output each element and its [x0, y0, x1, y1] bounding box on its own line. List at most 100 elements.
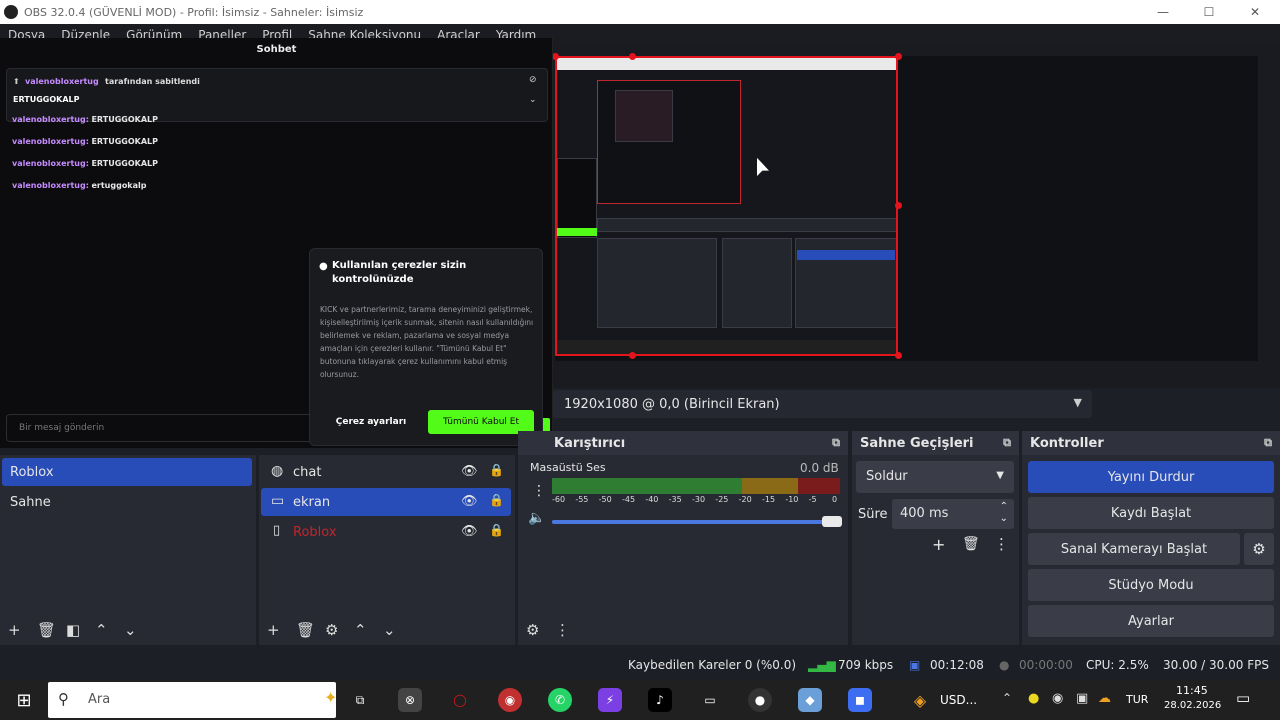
- minimize-button[interactable]: —: [1140, 0, 1186, 24]
- app-icon-1[interactable]: ⊗: [398, 688, 422, 712]
- tray-app-icon[interactable]: ◉: [1052, 691, 1063, 706]
- obs-taskbar-icon[interactable]: ●: [748, 688, 772, 712]
- scene-item-roblox[interactable]: Roblox: [2, 458, 252, 486]
- pinned-message[interactable]: ⬆ valenobloxertug tarafından sabitlendi …: [6, 68, 548, 122]
- task-view-icon[interactable]: ⧉: [348, 688, 372, 712]
- dock-menu-icon[interactable]: ⧉: [1264, 436, 1272, 450]
- source-item-chat[interactable]: ◍ chat 👁 🔒: [261, 458, 511, 486]
- currency-widget-icon[interactable]: ◈: [908, 688, 932, 712]
- chevron-down-icon[interactable]: ⌄: [1000, 513, 1008, 524]
- browser-icon: ◍: [271, 463, 284, 479]
- stop-stream-button[interactable]: Yayını Durdur: [1028, 461, 1274, 493]
- meter-tick-label: -5: [808, 495, 817, 504]
- dock-menu-icon[interactable]: ⧉: [1003, 436, 1011, 450]
- transform-handle[interactable]: [895, 53, 902, 60]
- controls-title: Kontroller: [1030, 435, 1104, 451]
- cpu-usage: CPU: 2.5%: [1086, 658, 1149, 672]
- nested-mixer: [597, 238, 717, 328]
- meter-tick-label: -10: [785, 495, 799, 504]
- taskbar-search[interactable]: ⚲ Ara ✦: [48, 682, 337, 718]
- channel-menu-icon[interactable]: ⋮: [532, 483, 546, 499]
- tray-chevron-up-icon[interactable]: ⌃: [1002, 691, 1012, 705]
- move-down-icon[interactable]: ⌄: [124, 621, 153, 639]
- transition-type-select[interactable]: Soldur ▼: [856, 461, 1014, 493]
- windows-start-icon[interactable]: ⊞: [12, 688, 36, 712]
- transform-handle[interactable]: [629, 352, 636, 359]
- remove-source-icon[interactable]: 🗑: [296, 621, 325, 639]
- studio-mode-button[interactable]: Stüdyo Modu: [1028, 569, 1274, 601]
- clock-date[interactable]: 28.02.2026: [1164, 700, 1221, 711]
- virtual-camera-settings-button[interactable]: ⚙: [1244, 533, 1274, 565]
- transform-handle[interactable]: [629, 53, 636, 60]
- tray-app-icon[interactable]: ●: [1028, 691, 1039, 706]
- remove-scene-icon[interactable]: 🗑: [37, 621, 66, 639]
- lock-icon[interactable]: 🔒: [489, 523, 504, 537]
- app-icon-7[interactable]: ▭: [698, 688, 722, 712]
- transform-handle[interactable]: [895, 202, 902, 209]
- source-item-roblox[interactable]: ▯ Roblox 👁 🔒: [261, 518, 511, 546]
- cookie-settings-button[interactable]: Çerez ayarları: [328, 411, 414, 433]
- mixer-toolbar: ⚙ ⋮: [518, 615, 848, 645]
- settings-button[interactable]: Ayarlar: [1028, 605, 1274, 637]
- chevron-down-icon[interactable]: ⌄: [529, 95, 537, 105]
- start-recording-button[interactable]: Kaydı Başlat: [1028, 497, 1274, 529]
- roblox-icon[interactable]: ◼: [848, 688, 872, 712]
- transform-handle[interactable]: [552, 53, 559, 60]
- clock-time[interactable]: 11:45: [1176, 684, 1208, 697]
- scenes-toolbar: + 🗑 ◧ ⌃ ⌄: [0, 615, 256, 645]
- add-transition-icon[interactable]: +: [932, 535, 945, 554]
- scene-item-sahne[interactable]: Sahne: [2, 488, 252, 516]
- notification-icon[interactable]: ▭: [1236, 689, 1250, 707]
- chevron-up-icon[interactable]: ⌃: [1000, 501, 1008, 512]
- volume-slider-handle[interactable]: [822, 516, 842, 527]
- move-down-icon[interactable]: ⌄: [383, 621, 412, 639]
- input-language[interactable]: TUR: [1126, 693, 1148, 706]
- transform-handle[interactable]: [895, 352, 902, 359]
- tiktok-icon[interactable]: ♪: [648, 688, 672, 712]
- unpin-icon[interactable]: ⊘: [529, 75, 537, 85]
- nested-stop-button: [797, 250, 895, 260]
- transitions-title: Sahne Geçişleri: [860, 435, 974, 451]
- opera-icon[interactable]: ◯: [448, 688, 472, 712]
- source-properties-icon[interactable]: ⚙: [325, 621, 354, 639]
- lock-icon[interactable]: 🔒: [489, 463, 504, 477]
- tray-app-icon[interactable]: ▣: [1076, 691, 1088, 706]
- dock-menu-icon[interactable]: ⧉: [832, 436, 840, 450]
- add-source-icon[interactable]: +: [267, 621, 296, 639]
- maximize-button[interactable]: ☐: [1186, 0, 1232, 24]
- captured-screen-source[interactable]: [555, 56, 898, 356]
- move-up-icon[interactable]: ⌃: [354, 621, 383, 639]
- nested-preview-inner: [615, 90, 673, 142]
- mixer-menu-icon[interactable]: ⋮: [555, 621, 584, 639]
- chat-input[interactable]: Bir mesaj gönderin: [6, 414, 326, 442]
- app-icon-9[interactable]: ◆: [798, 688, 822, 712]
- app-icon-3[interactable]: ◉: [498, 688, 522, 712]
- eye-icon[interactable]: 👁: [461, 524, 478, 539]
- remove-transition-icon[interactable]: 🗑: [962, 536, 980, 552]
- whatsapp-icon[interactable]: ✆: [548, 688, 572, 712]
- chevron-down-icon[interactable]: ▼: [1074, 396, 1082, 409]
- advanced-audio-icon[interactable]: ⚙: [526, 621, 555, 639]
- move-up-icon[interactable]: ⌃: [95, 621, 124, 639]
- transition-menu-icon[interactable]: ⋮: [994, 535, 1009, 553]
- pinned-action: tarafından sabitlendi: [105, 77, 200, 86]
- add-scene-icon[interactable]: +: [8, 621, 37, 639]
- weather-icon[interactable]: ☁: [1098, 691, 1111, 706]
- speaker-icon[interactable]: 🔈: [528, 510, 545, 526]
- scene-filters-icon[interactable]: ◧: [66, 621, 95, 639]
- meter-tick-label: 0: [832, 495, 838, 504]
- source-item-ekran[interactable]: ▭ ekran 👁 🔒: [261, 488, 511, 516]
- eye-icon[interactable]: 👁: [461, 464, 478, 479]
- source-info-bar[interactable]: 1920x1080 @ 0,0 (Birincil Ekran) ▼: [552, 390, 1092, 418]
- app-icon-5[interactable]: ⚡: [598, 688, 622, 712]
- eye-icon[interactable]: 👁: [461, 494, 478, 509]
- title-bar: OBS 32.0.4 (GÜVENLİ MOD) - Profil: İsims…: [0, 0, 1280, 24]
- volume-slider-track[interactable]: [552, 520, 838, 524]
- start-virtual-camera-button[interactable]: Sanal Kamerayı Başlat: [1028, 533, 1240, 565]
- close-button[interactable]: ✕: [1232, 0, 1278, 24]
- record-icon: ●: [999, 658, 1010, 672]
- lock-icon[interactable]: 🔒: [489, 493, 504, 507]
- dropped-frames: Kaybedilen Kareler 0 (%0.0): [628, 658, 797, 672]
- chat-title: Sohbet: [256, 44, 297, 55]
- duration-input[interactable]: 400 ms ⌃ ⌄: [892, 499, 1014, 529]
